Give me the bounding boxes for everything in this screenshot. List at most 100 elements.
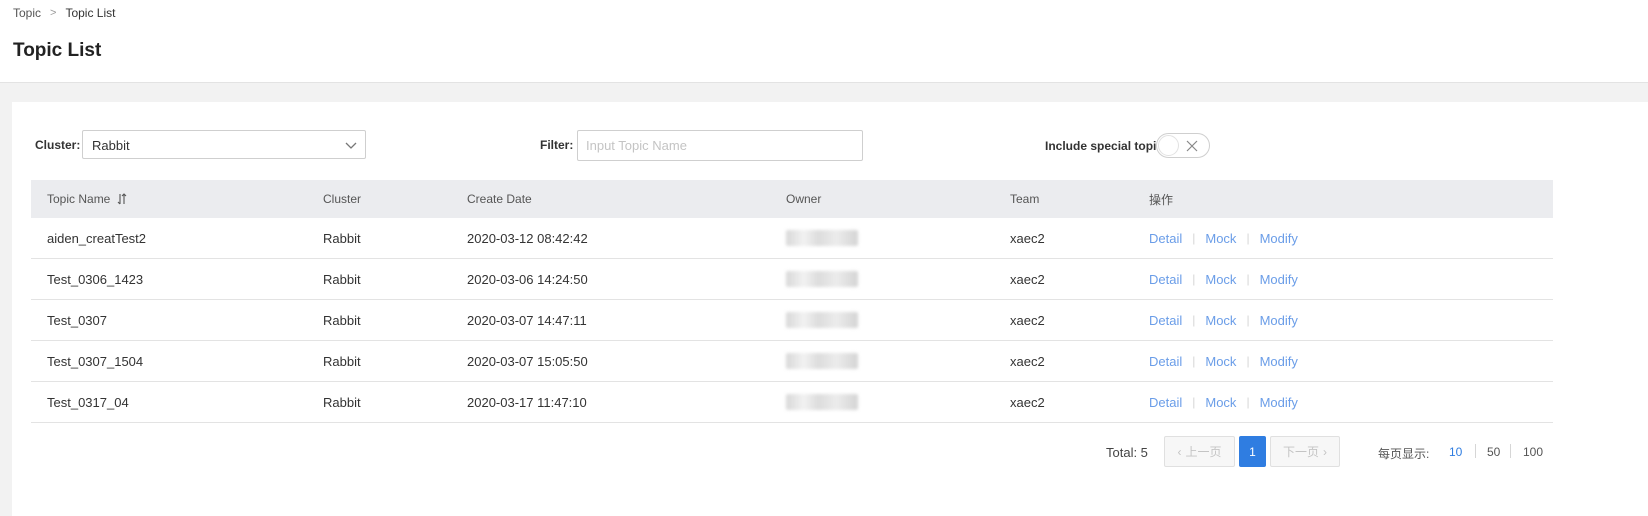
modify-link[interactable]: Modify (1260, 395, 1298, 410)
owner-redacted (786, 312, 858, 328)
cluster-cell: Rabbit (323, 394, 361, 410)
owner-redacted (786, 394, 858, 410)
page-size-10[interactable]: 10 (1449, 445, 1462, 459)
create-date-cell: 2020-03-07 14:47:11 (467, 312, 587, 328)
owner-redacted (786, 230, 858, 246)
topic-name: Test_0307_1504 (47, 353, 144, 369)
owner-redacted (786, 271, 858, 287)
actions-cell: Detail | Mock | Modify (1149, 218, 1298, 258)
table-row: Test_0317_04 Rabbit 2020-03-17 11:47:10 … (31, 382, 1553, 423)
topic-table: Topic Name Cluster Create Date Owner Tea… (31, 180, 1553, 423)
cluster-cell: Rabbit (323, 230, 361, 246)
table-row: Test_0306_1423 Rabbit 2020-03-06 14:24:5… (31, 259, 1553, 300)
team-cell: xaec2 (1010, 353, 1045, 369)
team-cell: xaec2 (1010, 230, 1045, 246)
page-number-current[interactable]: 1 (1239, 436, 1266, 467)
team-cell: xaec2 (1010, 312, 1045, 328)
prev-page-button[interactable]: ‹ 上一页 (1164, 436, 1235, 467)
page-size-100[interactable]: 100 (1523, 445, 1543, 459)
owner-cell (786, 259, 858, 299)
owner-cell (786, 382, 858, 422)
column-header-actions: 操作 (1149, 192, 1174, 207)
detail-link[interactable]: Detail (1149, 313, 1182, 328)
modify-link[interactable]: Modify (1260, 354, 1298, 369)
create-date-cell: 2020-03-12 08:42:42 (467, 230, 588, 246)
mock-link[interactable]: Mock (1205, 354, 1236, 369)
table-row: aiden_creatTest2 Rabbit 2020-03-12 08:42… (31, 218, 1553, 259)
modify-link[interactable]: Modify (1260, 231, 1298, 246)
pagination: Total: 5 ‹ 上一页 1 下一页 › 每页显示: 10 50 100 (12, 436, 1648, 468)
chevron-down-icon (345, 142, 357, 149)
create-date-cell: 2020-03-17 11:47:10 (467, 394, 587, 410)
action-divider: | (1246, 231, 1250, 245)
actions-cell: Detail | Mock | Modify (1149, 382, 1298, 422)
special-topic-toggle[interactable] (1156, 133, 1210, 158)
topic-name: Test_0317_04 (47, 394, 129, 410)
action-divider: | (1192, 395, 1196, 409)
detail-link[interactable]: Detail (1149, 354, 1182, 369)
team-cell: xaec2 (1010, 394, 1045, 410)
owner-cell (786, 218, 858, 258)
chevron-left-icon: ‹ (1177, 444, 1182, 459)
column-header-label: Topic Name (47, 192, 111, 206)
topic-filter-input[interactable] (577, 130, 863, 161)
table-row: Test_0307 Rabbit 2020-03-07 14:47:11 xae… (31, 300, 1553, 341)
team-cell: xaec2 (1010, 271, 1045, 287)
action-divider: | (1246, 354, 1250, 368)
column-header-topic-name[interactable]: Topic Name (47, 180, 128, 218)
next-page-button[interactable]: 下一页 › (1270, 436, 1340, 467)
page-header: Topic > Topic List Topic List (0, 0, 1648, 83)
cluster-select[interactable]: Rabbit (82, 130, 366, 159)
actions-cell: Detail | Mock | Modify (1149, 300, 1298, 340)
special-topic-label: Include special topic: (1045, 139, 1168, 153)
per-page-label: 每页显示: (1378, 447, 1430, 461)
detail-link[interactable]: Detail (1149, 395, 1182, 410)
mock-link[interactable]: Mock (1205, 395, 1236, 410)
owner-cell (786, 300, 858, 340)
action-divider: | (1192, 313, 1196, 327)
topic-name: aiden_creatTest2 (47, 230, 147, 246)
create-date-cell: 2020-03-07 15:05:50 (467, 353, 588, 369)
column-header-team: Team (1010, 192, 1040, 206)
action-divider: | (1192, 272, 1196, 286)
cluster-cell: Rabbit (323, 353, 361, 369)
action-divider: | (1246, 272, 1250, 286)
breadcrumb: Topic > Topic List (13, 6, 115, 20)
next-page-label: 下一页 (1282, 445, 1319, 459)
chevron-right-icon: › (1323, 444, 1327, 459)
page-size-divider (1510, 444, 1511, 458)
page-size-divider (1475, 444, 1476, 458)
modify-link[interactable]: Modify (1260, 313, 1298, 328)
actions-cell: Detail | Mock | Modify (1149, 341, 1298, 381)
column-header-create-date: Create Date (467, 192, 532, 206)
actions-cell: Detail | Mock | Modify (1149, 259, 1298, 299)
breadcrumb-topic[interactable]: Topic (13, 6, 41, 20)
topic-name: Test_0306_1423 (47, 271, 144, 287)
page-size-50[interactable]: 50 (1487, 445, 1500, 459)
mock-link[interactable]: Mock (1205, 272, 1236, 287)
cluster-cell: Rabbit (323, 312, 361, 328)
filter-label: Filter: (540, 138, 574, 152)
sort-icon[interactable] (116, 193, 128, 205)
modify-link[interactable]: Modify (1260, 272, 1298, 287)
create-date-cell: 2020-03-06 14:24:50 (467, 271, 588, 287)
action-divider: | (1246, 313, 1250, 327)
mock-link[interactable]: Mock (1205, 313, 1236, 328)
action-divider: | (1192, 231, 1196, 245)
mock-link[interactable]: Mock (1205, 231, 1236, 246)
detail-link[interactable]: Detail (1149, 272, 1182, 287)
detail-link[interactable]: Detail (1149, 231, 1182, 246)
action-divider: | (1246, 395, 1250, 409)
breadcrumb-separator: > (50, 7, 57, 19)
toggle-knob (1158, 135, 1179, 156)
action-divider: | (1192, 354, 1196, 368)
topic-name: Test_0307 (47, 312, 107, 328)
close-icon (1186, 140, 1198, 152)
breadcrumb-current: Topic List (65, 6, 116, 20)
table-row: Test_0307_1504 Rabbit 2020-03-07 15:05:5… (31, 341, 1553, 382)
cluster-select-value: Rabbit (92, 138, 130, 153)
page-title: Topic List (13, 40, 102, 61)
owner-cell (786, 341, 858, 381)
owner-redacted (786, 353, 858, 369)
cluster-cell: Rabbit (323, 271, 361, 287)
